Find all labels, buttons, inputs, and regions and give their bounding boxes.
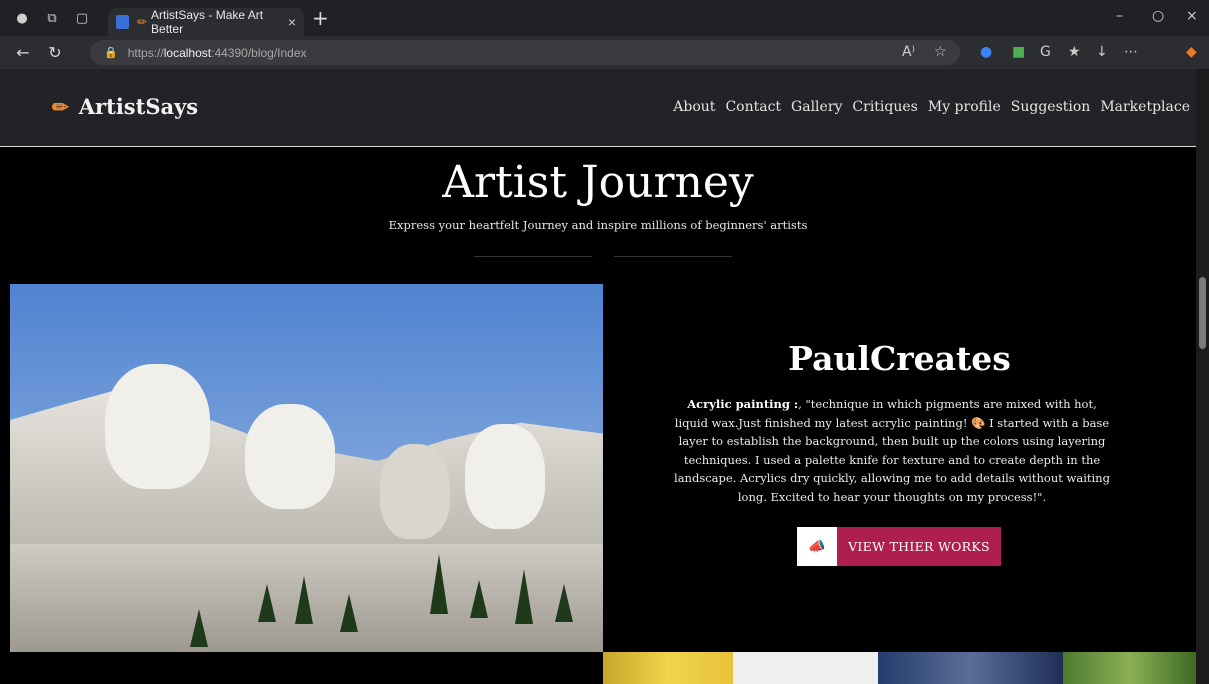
browser-tab[interactable]: ✏ ArtistSays - Make Art Better × xyxy=(108,8,304,36)
post-body: Acrylic painting :, "technique in which … xyxy=(672,395,1112,506)
extension-icon[interactable]: ● xyxy=(980,44,992,60)
nav-link-gallery[interactable]: Gallery xyxy=(791,99,842,115)
address-bar[interactable]: 🔒 https://localhost:44390/blog/Index xyxy=(90,40,960,65)
tab-title: ArtistSays - Make Art Better xyxy=(151,8,264,36)
nav-link-critiques[interactable]: Critiques xyxy=(852,99,917,115)
more-options-icon[interactable]: ⋯ xyxy=(1124,44,1138,60)
brand-logo[interactable]: ✏ ArtistSays xyxy=(52,94,198,119)
nav-link-my-profile[interactable]: My profile xyxy=(928,99,1001,115)
favorite-star-icon[interactable]: ☆ xyxy=(934,44,947,60)
tab-actions-icon[interactable]: ▢ xyxy=(74,10,90,26)
close-window-icon[interactable]: × xyxy=(1186,8,1198,24)
minimize-icon[interactable]: – xyxy=(1116,8,1123,24)
url-prefix: https:// xyxy=(127,45,164,60)
view-works-label: VIEW THIER WORKS xyxy=(837,527,1001,566)
favorites-icon[interactable]: ★ xyxy=(1068,44,1081,60)
artwork-image xyxy=(10,284,603,652)
divider-left xyxy=(474,256,592,257)
page-viewport: ✏ ArtistSays About Contact Gallery Criti… xyxy=(0,69,1196,684)
scrollbar-thumb[interactable] xyxy=(1199,277,1206,349)
extension-green-icon[interactable]: ■ xyxy=(1012,44,1025,60)
url-path: :44390/blog/Index xyxy=(211,45,307,60)
page-title: Artist Journey xyxy=(442,157,754,208)
url-host: localhost xyxy=(163,45,212,60)
post-text: , "technique in which pigments are mixed… xyxy=(674,397,1110,504)
page-scrollbar[interactable] xyxy=(1196,69,1209,684)
close-tab-icon[interactable]: × xyxy=(288,14,296,30)
nav-links: About Contact Gallery Critiques My profi… xyxy=(673,99,1190,115)
megaphone-icon: 📣 xyxy=(797,527,837,566)
back-icon[interactable]: ← xyxy=(14,43,32,62)
refresh-icon[interactable]: ↻ xyxy=(46,43,64,62)
brand-name: ArtistSays xyxy=(78,94,199,119)
site-navbar: ✏ ArtistSays About Contact Gallery Criti… xyxy=(0,69,1196,147)
nav-link-suggestion[interactable]: Suggestion xyxy=(1011,99,1091,115)
next-artwork-image xyxy=(603,652,1196,684)
pencil-icon: ✏ xyxy=(52,94,69,119)
copilot-icon[interactable]: ◆ xyxy=(1186,44,1197,60)
read-aloud-icon[interactable]: A⁾ xyxy=(902,44,915,60)
workspaces-icon[interactable]: ⧉ xyxy=(44,10,60,26)
browser-titlebar: ● ⧉ ▢ ✏ ArtistSays - Make Art Better × +… xyxy=(0,0,1209,36)
lock-icon: 🔒 xyxy=(104,47,118,59)
tab-favicon-icon xyxy=(116,15,129,29)
extension-g-icon[interactable]: G xyxy=(1040,44,1051,60)
restore-icon[interactable]: ○ xyxy=(1152,8,1164,24)
profile-icon[interactable]: ● xyxy=(14,10,30,26)
post-category: Acrylic painting : xyxy=(687,397,799,411)
page-subtitle: Express your heartfelt Journey and inspi… xyxy=(388,218,808,232)
browser-toolbar: ← ↻ 🔒 https://localhost:44390/blog/Index… xyxy=(0,36,1209,69)
view-works-button[interactable]: 📣 VIEW THIER WORKS xyxy=(797,527,1001,566)
downloads-icon[interactable]: ↓ xyxy=(1096,44,1108,60)
nav-link-about[interactable]: About xyxy=(673,99,715,115)
new-tab-button[interactable]: + xyxy=(312,6,329,30)
artist-name: PaulCreates xyxy=(788,339,1011,378)
nav-link-contact[interactable]: Contact xyxy=(725,99,781,115)
nav-link-marketplace[interactable]: Marketplace xyxy=(1100,99,1190,115)
pencil-icon: ✏ xyxy=(136,15,148,29)
divider-right xyxy=(614,256,732,257)
